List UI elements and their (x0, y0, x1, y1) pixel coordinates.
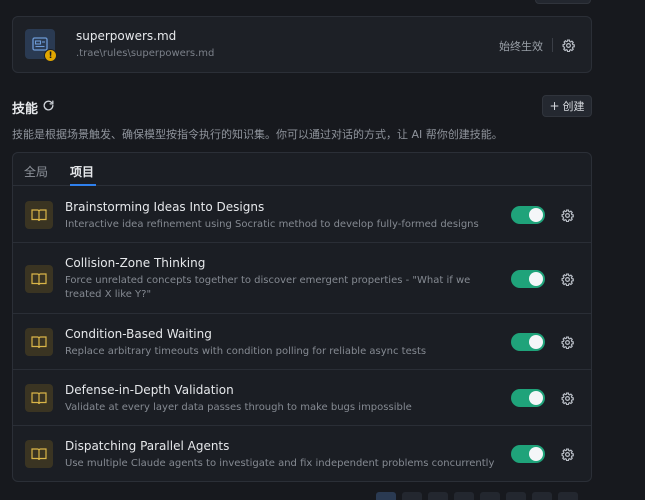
skill-row: Condition-Based Waiting Replace arbitrar… (13, 314, 591, 370)
skill-description: Use multiple Claude agents to investigat… (65, 458, 495, 469)
skill-enabled-toggle[interactable] (511, 389, 545, 407)
divider (552, 38, 553, 52)
skill-enabled-toggle[interactable] (511, 445, 545, 463)
skill-title: Brainstorming Ideas Into Designs (65, 200, 265, 214)
skill-description: Replace arbitrary timeouts with conditio… (65, 346, 427, 357)
page-button[interactable] (454, 492, 474, 500)
skill-row: Defense-in-Depth Validation Validate at … (13, 370, 591, 426)
skills-description: 技能是根据场景触发、确保模型按指令执行的知识集。你可以通过对话的方式，让 AI … (12, 128, 503, 141)
skill-enabled-toggle[interactable] (511, 206, 545, 224)
rule-file-name: superpowers.md (76, 29, 177, 43)
page-button[interactable] (402, 492, 422, 500)
refresh-icon[interactable] (42, 99, 55, 116)
skill-description: Interactive idea refinement using Socrat… (65, 219, 479, 230)
rule-file-path: .trae\rules\superpowers.md (76, 48, 215, 59)
skill-row: Collision-Zone Thinking Force unrelated … (13, 243, 591, 314)
page-button[interactable] (506, 492, 526, 500)
page-button[interactable] (428, 492, 448, 500)
skill-book-icon (25, 440, 53, 468)
skill-title: Condition-Based Waiting (65, 327, 212, 341)
page-button[interactable] (376, 492, 396, 500)
create-skill-label: 创建 (562, 100, 585, 113)
skill-book-icon (25, 201, 53, 229)
page-button[interactable] (558, 492, 578, 500)
skills-tabs: 全局 项目 (13, 153, 591, 186)
tab-project[interactable]: 项目 (70, 163, 94, 180)
skill-title: Dispatching Parallel Agents (65, 439, 230, 453)
skill-settings-gear-icon[interactable] (560, 335, 574, 349)
toggle-knob (529, 447, 543, 461)
skill-row: Brainstorming Ideas Into Designs Interac… (13, 187, 591, 243)
skill-title: Collision-Zone Thinking (65, 256, 206, 270)
page-button[interactable] (480, 492, 500, 500)
skill-enabled-toggle[interactable] (511, 270, 545, 288)
rule-mode-label[interactable]: 始终生效 (499, 38, 543, 54)
toggle-knob (529, 391, 543, 405)
toggle-knob (529, 272, 543, 286)
skill-settings-gear-icon[interactable] (560, 272, 574, 286)
skill-settings-gear-icon[interactable] (560, 447, 574, 461)
skill-book-icon (25, 384, 53, 412)
skills-title-text: 技能 (12, 102, 39, 117)
skill-settings-gear-icon[interactable] (560, 208, 574, 222)
toggle-knob (529, 208, 543, 222)
warning-badge-icon: ! (44, 49, 57, 62)
tab-global[interactable]: 全局 (24, 163, 48, 180)
skill-description: Force unrelated concepts together to dis… (65, 275, 471, 300)
skill-enabled-toggle[interactable] (511, 333, 545, 351)
page-button[interactable] (532, 492, 552, 500)
skill-settings-gear-icon[interactable] (560, 391, 574, 405)
active-tab-indicator (70, 184, 96, 186)
skill-row: Dispatching Parallel Agents Use multiple… (13, 426, 591, 481)
pagination (376, 492, 578, 500)
skill-title: Defense-in-Depth Validation (65, 383, 234, 397)
skill-book-icon (25, 265, 53, 293)
rule-card: ! superpowers.md .trae\rules\superpowers… (12, 16, 592, 73)
toggle-knob (529, 335, 543, 349)
skill-book-icon (25, 328, 53, 356)
create-skill-button[interactable]: + 创建 (542, 95, 592, 117)
skill-description: Validate at every layer data passes thro… (65, 402, 412, 413)
rule-settings-gear-icon[interactable] (561, 38, 575, 52)
clipped-create-button[interactable] (535, 0, 591, 4)
skills-section-title: 技能 (12, 98, 55, 117)
skills-panel: 全局 项目 Brainstorming Ideas Into Designs I… (12, 152, 592, 482)
plus-icon: + (549, 99, 560, 113)
settings-page: ! superpowers.md .trae\rules\superpowers… (0, 0, 645, 500)
